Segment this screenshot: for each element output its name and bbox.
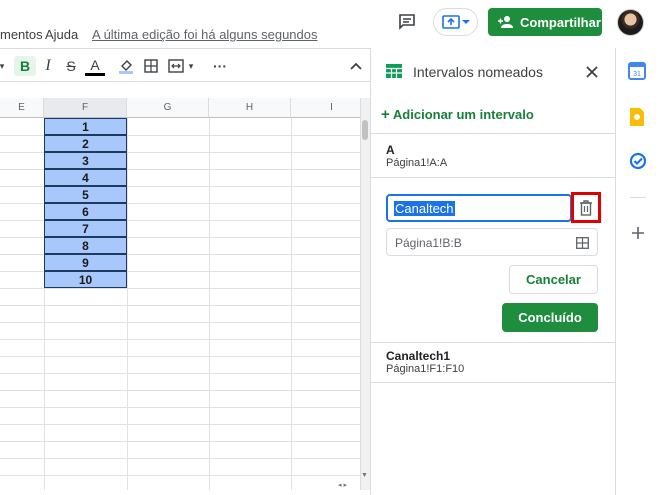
- trash-icon: [580, 199, 592, 216]
- svg-text:31: 31: [633, 71, 641, 78]
- merge-cells-icon[interactable]: [166, 56, 186, 76]
- keep-icon[interactable]: [629, 107, 645, 132]
- tasks-icon[interactable]: [629, 152, 647, 175]
- range-item-name[interactable]: A: [386, 143, 395, 157]
- divider: [371, 342, 615, 343]
- range-item-name[interactable]: Canaltech1: [386, 349, 450, 363]
- add-addon-icon[interactable]: [631, 226, 645, 245]
- range-item-ref[interactable]: Página1!A:A: [386, 157, 447, 169]
- strikethrough-button[interactable]: S: [61, 56, 81, 76]
- collapse-toolbar-icon[interactable]: [346, 56, 366, 76]
- range-ref-value: Página1!B:B: [395, 236, 462, 250]
- spreadsheet-grid[interactable]: E F G H I 1 2 3 4 5 6 7 8 9 10: [0, 98, 360, 490]
- column-header-f[interactable]: F: [44, 98, 127, 118]
- table-cell[interactable]: 4: [44, 169, 127, 186]
- italic-button[interactable]: I: [38, 56, 58, 76]
- table-cell[interactable]: 5: [44, 186, 127, 203]
- vertical-scrollbar-thumb[interactable]: [362, 120, 368, 140]
- present-icon: [441, 15, 460, 29]
- cancel-button[interactable]: Cancelar: [509, 265, 598, 294]
- menu-item-mentos[interactable]: mentos: [0, 27, 43, 42]
- share-button[interactable]: Compartilhar: [488, 8, 602, 36]
- divider: [371, 382, 615, 383]
- table-cell[interactable]: 2: [44, 135, 127, 152]
- horizontal-scroll-arrows[interactable]: ◂ ▸: [338, 481, 360, 491]
- fill-color-icon[interactable]: [116, 56, 136, 76]
- add-range-button[interactable]: + Adicionar um intervalo: [381, 106, 534, 123]
- plus-icon: +: [381, 106, 390, 123]
- text-color-button[interactable]: A: [85, 56, 105, 76]
- scroll-down-arrow-icon[interactable]: ▼: [361, 472, 368, 479]
- column-header-h[interactable]: H: [209, 98, 291, 118]
- column-header-i[interactable]: I: [291, 98, 360, 118]
- column-header-e[interactable]: E: [0, 98, 44, 118]
- font-dropdown-chevron-icon[interactable]: ▾: [0, 56, 6, 76]
- range-ref-input[interactable]: Página1!B:B: [386, 228, 598, 256]
- column-header-g[interactable]: G: [127, 98, 209, 118]
- table-cell[interactable]: 9: [44, 254, 127, 271]
- table-cell[interactable]: 7: [44, 220, 127, 237]
- menu-item-ajuda[interactable]: Ajuda: [45, 27, 78, 42]
- range-name-input[interactable]: Canaltech: [386, 194, 572, 222]
- comments-icon[interactable]: [398, 13, 416, 36]
- toolbar: ▾ B I S A ▾ ···: [0, 48, 370, 119]
- vertical-scrollbar[interactable]: [360, 98, 370, 490]
- bold-button[interactable]: B: [14, 56, 36, 76]
- chevron-down-icon: [461, 20, 470, 24]
- range-name-value: Canaltech: [394, 201, 455, 216]
- done-button[interactable]: Concluído: [502, 303, 598, 332]
- avatar[interactable]: [617, 9, 644, 36]
- sheets-logo-icon: [386, 64, 402, 83]
- person-add-icon: [498, 16, 513, 28]
- table-cell[interactable]: 1: [44, 118, 127, 135]
- more-options-button[interactable]: ···: [209, 56, 231, 76]
- divider: [371, 177, 615, 178]
- close-icon[interactable]: [586, 65, 598, 83]
- panel-title: Intervalos nomeados: [413, 64, 543, 80]
- table-cell[interactable]: 3: [44, 152, 127, 169]
- merge-chevron-icon[interactable]: ▾: [186, 56, 196, 76]
- table-cell[interactable]: 8: [44, 237, 127, 254]
- table-cell[interactable]: 6: [44, 203, 127, 220]
- table-cell[interactable]: 10: [44, 271, 127, 288]
- borders-icon[interactable]: [141, 56, 161, 76]
- select-range-icon[interactable]: [576, 236, 589, 254]
- range-item-ref[interactable]: Página1!F1:F10: [386, 363, 464, 375]
- calendar-icon[interactable]: 31: [628, 62, 646, 85]
- last-edit-link[interactable]: A última edição foi há alguns segundos: [92, 27, 318, 42]
- divider: [371, 133, 615, 134]
- share-label: Compartilhar: [520, 14, 601, 30]
- add-range-label: Adicionar um intervalo: [392, 107, 534, 122]
- delete-range-button[interactable]: [571, 192, 601, 223]
- rail-divider: [630, 197, 646, 198]
- present-button[interactable]: [433, 8, 478, 36]
